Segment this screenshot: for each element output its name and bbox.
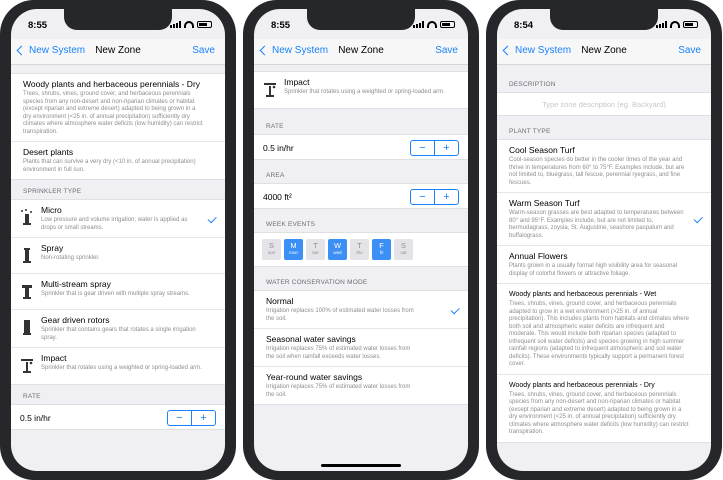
- nav-bar: New System New Zone Save: [254, 39, 468, 65]
- conservation-item-year-round[interactable]: Year-round water savings Irrigation repl…: [254, 367, 468, 404]
- conservation-item-seasonal[interactable]: Seasonal water savings Irrigation replac…: [254, 329, 468, 367]
- plant-type-item[interactable]: Woody plants and herbaceous perennials -…: [497, 284, 711, 375]
- sprinkler-item-rotor[interactable]: Gear driven rotors Sprinkler that contai…: [11, 310, 225, 348]
- day-toggle-sat[interactable]: Ssat: [394, 239, 413, 260]
- section-header: WEEK EVENTS: [266, 221, 316, 228]
- plant-type-list: Cool Season Turf Cool-season species do …: [497, 139, 711, 443]
- plant-type-list: Woody plants and herbaceous perennials -…: [11, 73, 225, 180]
- save-button[interactable]: Save: [435, 45, 458, 56]
- battery-icon: [440, 21, 455, 28]
- nav-bar: New System New Zone Save: [497, 39, 711, 65]
- impact-sprinkler-icon: [21, 359, 33, 373]
- day-toggle-sun[interactable]: Ssun: [262, 239, 281, 260]
- checkmark-icon: [693, 214, 703, 223]
- micro-sprinkler-icon: [21, 209, 32, 225]
- sprinkler-list: Impact Sprinkler that rotates using a we…: [254, 71, 468, 109]
- day-toggle-fri[interactable]: Ffri: [372, 239, 391, 260]
- area-stepper: − +: [410, 189, 459, 205]
- section-header: RATE: [266, 123, 284, 130]
- notch: [64, 9, 172, 30]
- signal-icon: [413, 21, 424, 28]
- increment-button[interactable]: +: [192, 411, 215, 425]
- decrement-button[interactable]: −: [411, 141, 435, 155]
- day-toggle-thu[interactable]: Tthu: [350, 239, 369, 260]
- area-value: 4000 ft²: [263, 192, 292, 202]
- sprinkler-item-micro[interactable]: Micro Low pressure and volume irrigation…: [11, 200, 225, 238]
- description-input[interactable]: Type zone description (eg. Backyard): [497, 92, 711, 116]
- notch: [550, 9, 658, 30]
- sprinkler-list: Micro Low pressure and volume irrigation…: [11, 199, 225, 385]
- phone-1: 8:55 New System New Zone Save Woody plan…: [0, 0, 236, 480]
- sprinkler-item-impact[interactable]: Impact Sprinkler that rotates using a we…: [254, 72, 468, 108]
- conservation-mode-list: Normal Irrigation replaces 100% of estim…: [254, 290, 468, 405]
- sprinkler-item-spray[interactable]: Spray Non-rotating sprinkler.: [11, 238, 225, 274]
- day-toggle-wed[interactable]: Wwed: [328, 239, 347, 260]
- plant-type-item[interactable]: Cool Season Turf Cool-season species do …: [497, 140, 711, 193]
- notch: [307, 9, 415, 30]
- home-indicator: [321, 464, 401, 467]
- save-button[interactable]: Save: [192, 45, 215, 56]
- battery-icon: [683, 21, 698, 28]
- day-toggle-tue[interactable]: Ttue: [306, 239, 325, 260]
- rate-row: 0.5 in/hr − +: [254, 134, 468, 160]
- wifi-icon: [184, 21, 194, 28]
- screen-3: 8:54 New System New Zone Save DESCRIPTIO…: [497, 9, 711, 471]
- plant-type-item[interactable]: Desert plants Plants that can survive a …: [11, 142, 225, 179]
- rate-value: 0.5 in/hr: [263, 143, 294, 153]
- rate-row: 0.5 in/hr − +: [11, 404, 225, 430]
- screen-2: 8:55 New System New Zone Save Impact Spr: [254, 9, 468, 471]
- section-header: RATE: [23, 393, 41, 400]
- phone-2: 8:55 New System New Zone Save Impact Spr: [243, 0, 479, 480]
- section-header: PLANT TYPE: [509, 128, 551, 135]
- impact-sprinkler-icon: [264, 83, 276, 97]
- spray-sprinkler-icon: [23, 248, 31, 263]
- save-button[interactable]: Save: [678, 45, 701, 56]
- plant-type-item[interactable]: Warm Season Turf Warm-season grasses are…: [497, 193, 711, 246]
- checkmark-icon: [450, 304, 460, 314]
- status-time: 8:55: [28, 20, 48, 31]
- section-header: DESCRIPTION: [509, 81, 556, 88]
- section-header: WATER CONSERVATION MODE: [266, 279, 368, 286]
- rate-value: 0.5 in/hr: [20, 413, 51, 423]
- screen-1: 8:55 New System New Zone Save Woody plan…: [11, 9, 225, 471]
- decrement-button[interactable]: −: [411, 190, 435, 204]
- status-time: 8:54: [514, 20, 534, 31]
- signal-icon: [656, 21, 667, 28]
- scroll-content[interactable]: DESCRIPTION Type zone description (eg. B…: [497, 65, 711, 471]
- checkmark-icon: [207, 213, 217, 223]
- day-toggle-mon[interactable]: Mmon: [284, 239, 303, 260]
- rate-stepper: − +: [167, 410, 216, 426]
- increment-button[interactable]: +: [435, 190, 458, 204]
- plant-type-item[interactable]: Woody plants and herbaceous perennials -…: [11, 74, 225, 142]
- scroll-content[interactable]: Woody plants and herbaceous perennials -…: [11, 65, 225, 471]
- plant-type-item[interactable]: Woody plants and herbaceous perennials -…: [497, 375, 711, 442]
- rate-stepper: − +: [410, 140, 459, 156]
- battery-icon: [197, 21, 212, 28]
- multistream-sprinkler-icon: [22, 285, 32, 299]
- signal-icon: [170, 21, 181, 28]
- phone-3: 8:54 New System New Zone Save DESCRIPTIO…: [486, 0, 722, 480]
- nav-bar: New System New Zone Save: [11, 39, 225, 65]
- sprinkler-item-multistream[interactable]: Multi-stream spray Sprinkler that is gea…: [11, 274, 225, 310]
- section-header: SPRINKLER TYPE: [23, 188, 82, 195]
- decrement-button[interactable]: −: [168, 411, 192, 425]
- scroll-content[interactable]: Impact Sprinkler that rotates using a we…: [254, 65, 468, 471]
- increment-button[interactable]: +: [435, 141, 458, 155]
- rotor-sprinkler-icon: [23, 320, 31, 335]
- week-events: Ssun Mmon Ttue Wwed Tthu Ffri Ssat: [254, 232, 468, 267]
- wifi-icon: [427, 21, 437, 28]
- wifi-icon: [670, 21, 680, 28]
- plant-type-item[interactable]: Annual Flowers Plants grown in a usually…: [497, 246, 711, 284]
- section-header: AREA: [266, 172, 285, 179]
- sprinkler-item-impact[interactable]: Impact Sprinkler that rotates using a we…: [11, 348, 225, 384]
- conservation-item-normal[interactable]: Normal Irrigation replaces 100% of estim…: [254, 291, 468, 329]
- status-time: 8:55: [271, 20, 291, 31]
- area-row: 4000 ft² − +: [254, 183, 468, 209]
